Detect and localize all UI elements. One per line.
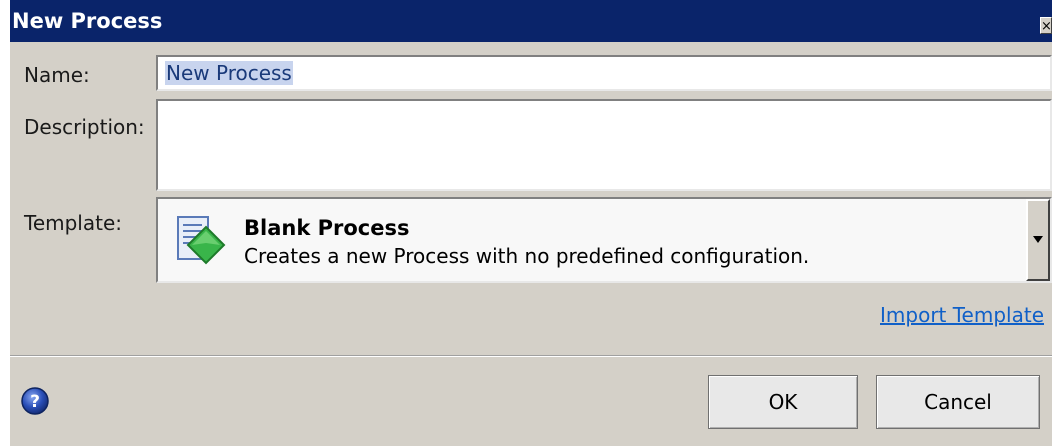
chevron-down-icon [1033,236,1043,243]
name-input[interactable]: New Process [156,55,1052,91]
template-dropdown-button[interactable] [1026,199,1050,281]
close-button[interactable]: × [1040,17,1052,34]
cancel-button[interactable]: Cancel [876,375,1040,429]
template-title: Blank Process [244,216,410,240]
new-process-dialog: New Process × Name: New Process Descript… [10,0,1052,446]
close-icon: × [1041,19,1052,34]
svg-text:?: ? [30,392,40,412]
dialog-title: New Process [12,9,163,33]
template-description: Creates a new Process with no predefined… [244,244,810,268]
description-input[interactable] [156,99,1052,191]
name-label: Name: [24,63,90,87]
template-select[interactable]: Blank Process Creates a new Process with… [156,197,1052,283]
name-input-value: New Process [165,61,293,85]
title-bar[interactable]: New Process × [10,0,1052,42]
ok-button[interactable]: OK [708,375,858,429]
divider [10,355,1052,357]
import-template-link[interactable]: Import Template [880,302,1044,328]
template-label: Template: [24,211,122,235]
description-label: Description: [24,115,145,139]
help-icon[interactable]: ? [20,386,50,416]
blank-process-icon [177,216,226,265]
